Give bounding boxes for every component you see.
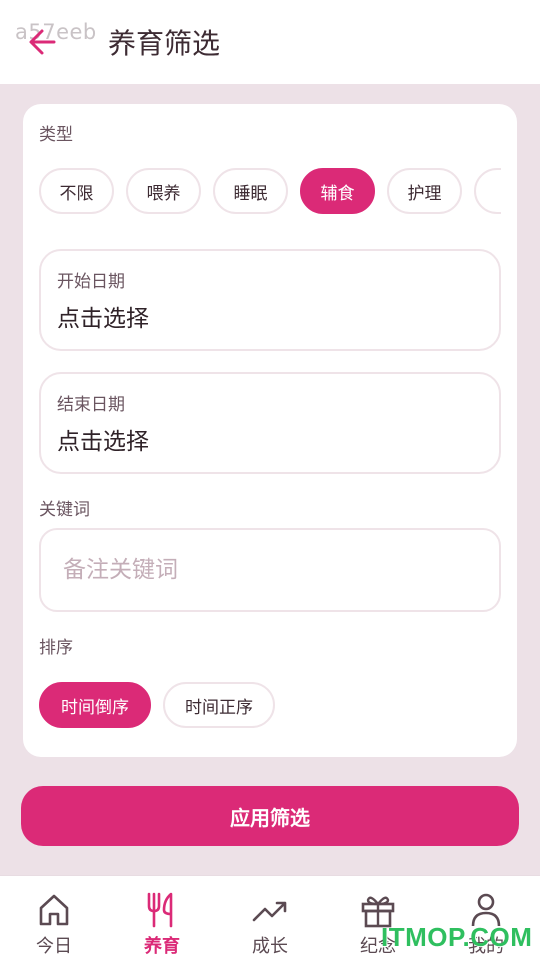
top-app-bar: a57eeb 养育筛选 [0, 0, 540, 84]
chip-type-unlimited[interactable]: 不限 [39, 168, 114, 214]
chip-type-solid-food[interactable]: 辅食 [300, 168, 375, 214]
nav-label-today: 今日 [36, 936, 72, 957]
start-date-label: 开始日期 [57, 272, 125, 292]
page-title: 养育筛选 [108, 27, 221, 60]
type-section-label: 类型 [39, 125, 73, 145]
fork-knife-icon [147, 892, 173, 928]
end-date-value: 点击选择 [57, 429, 149, 455]
keyword-input[interactable] [39, 528, 501, 612]
nav-label-growth: 成长 [252, 936, 288, 957]
nav-item-growth[interactable]: 成长 [216, 876, 324, 960]
trend-up-icon [252, 901, 287, 922]
chip-type-sleep[interactable]: 睡眠 [213, 168, 288, 214]
chip-sort-asc[interactable]: 时间正序 [163, 682, 275, 728]
site-watermark: ITMOP.COM [381, 922, 533, 952]
start-date-value: 点击选择 [57, 306, 149, 332]
nav-label-parenting: 养育 [144, 936, 180, 957]
chip-sort-desc[interactable]: 时间倒序 [39, 682, 151, 728]
sort-chip-row: 时间倒序 时间正序 [23, 682, 501, 734]
arrow-left-icon [29, 29, 56, 55]
filter-card: 类型 不限 喂养 睡眠 辅食 护理 拍 开始日期 点击选择 结束日期 点击选择 … [23, 104, 517, 757]
home-icon [39, 894, 69, 926]
chip-type-photo[interactable]: 拍 [474, 168, 501, 214]
start-date-picker[interactable]: 开始日期 点击选择 [39, 249, 501, 351]
end-date-picker[interactable]: 结束日期 点击选择 [39, 372, 501, 474]
chip-type-feeding[interactable]: 喂养 [126, 168, 201, 214]
sort-section-label: 排序 [39, 638, 73, 658]
type-chip-row[interactable]: 不限 喂养 睡眠 辅食 护理 拍 [23, 168, 501, 220]
back-button[interactable] [24, 22, 64, 62]
nav-item-parenting[interactable]: 养育 [108, 876, 216, 960]
end-date-label: 结束日期 [57, 395, 125, 415]
keyword-section-label: 关键词 [39, 500, 90, 520]
apply-filter-button[interactable]: 应用筛选 [21, 786, 519, 846]
chip-type-care[interactable]: 护理 [387, 168, 462, 214]
nav-item-today[interactable]: 今日 [0, 876, 108, 960]
